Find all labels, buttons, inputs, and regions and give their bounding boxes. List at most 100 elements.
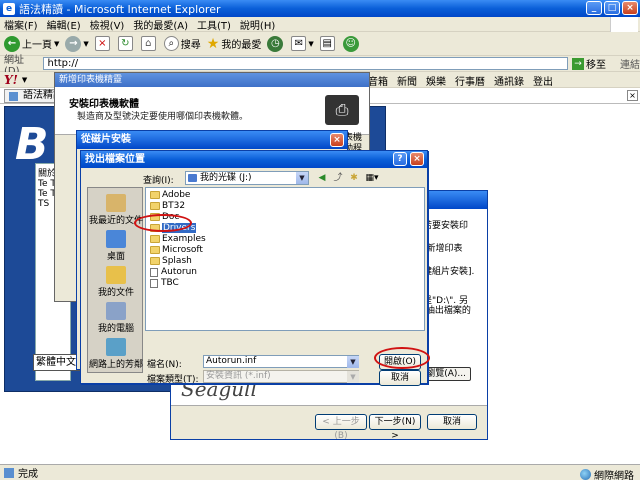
printer-wizard-title: 新增印表機精靈 bbox=[55, 73, 369, 87]
lookin-value: 我的光碟 (J:) bbox=[200, 173, 252, 183]
hardware-wizard-buttons: < 上一步(B) 下一步(N) > 取消 bbox=[171, 405, 487, 441]
cancel-button[interactable]: 取消 bbox=[379, 370, 421, 386]
go-button[interactable]: → 移至 bbox=[572, 56, 606, 71]
network-icon bbox=[106, 338, 126, 356]
back-step-button[interactable]: < 上一步(B) bbox=[315, 414, 367, 441]
next-step-button[interactable]: 下一步(N) > bbox=[369, 414, 421, 441]
forward-arrow-icon: → bbox=[65, 35, 82, 52]
menu-file[interactable]: 檔案(F) bbox=[4, 17, 38, 32]
menu-help[interactable]: 說明(H) bbox=[240, 17, 275, 32]
yahoo-item-calendar[interactable]: 行事曆 bbox=[455, 73, 485, 88]
new-folder-icon[interactable]: ✱ bbox=[347, 171, 361, 185]
chevron-down-icon[interactable]: ▼ bbox=[22, 76, 27, 84]
links-label[interactable]: 連結 bbox=[620, 56, 640, 71]
back-icon[interactable]: ◀ bbox=[315, 171, 329, 185]
close-button[interactable]: × bbox=[410, 152, 424, 166]
chevron-down-icon[interactable]: ▼ bbox=[296, 172, 308, 184]
place-desktop[interactable]: 桌面 bbox=[88, 230, 144, 262]
yahoo-logo[interactable]: Y! bbox=[4, 73, 18, 87]
highlight-drivers-ellipse bbox=[134, 214, 192, 232]
page-icon bbox=[4, 467, 14, 478]
yahoo-item-logout[interactable]: 登出 bbox=[533, 73, 553, 88]
go-label: 移至 bbox=[586, 60, 607, 71]
mail-button[interactable]: ✉ ▼ bbox=[291, 36, 314, 51]
nav-buttons: ◀ ⤴ ✱ ▦▾ bbox=[315, 171, 381, 185]
lookin-dropdown[interactable]: 我的光碟 (J:) ▼ bbox=[185, 171, 309, 185]
close-button[interactable]: × bbox=[622, 1, 638, 15]
list-item[interactable]: Microsoft bbox=[150, 245, 203, 255]
places-bar: 我最近的文件 桌面 我的文件 我的電腦 網路上的芳鄰 bbox=[87, 187, 143, 373]
menu-favorites[interactable]: 我的最愛(A) bbox=[133, 17, 188, 32]
list-item[interactable]: Autorun bbox=[150, 267, 197, 277]
hardware-wizard-text: 若要安裝印 [新增印表 鍵組片安裝]. 是"D:\". 另 ,抽出檔案的 bbox=[423, 215, 487, 316]
home-button[interactable]: ⌂ bbox=[140, 36, 158, 51]
place-label: 我的文件 bbox=[97, 288, 134, 298]
file-list[interactable]: Adobe BT32 Doc Drivers Examples Microsof… bbox=[145, 187, 425, 331]
place-label: 桌面 bbox=[106, 252, 125, 262]
filetype-select[interactable]: 安裝資訊 (*.inf) bbox=[203, 370, 359, 383]
up-folder-icon[interactable]: ⤴ bbox=[331, 171, 345, 185]
place-mydocs[interactable]: 我的文件 bbox=[88, 266, 144, 298]
yahoo-item-music[interactable]: 音箱 bbox=[368, 73, 388, 88]
home-icon: ⌂ bbox=[140, 36, 156, 51]
list-item[interactable]: Adobe bbox=[150, 190, 190, 200]
refresh-icon: ↻ bbox=[117, 36, 133, 51]
yahoo-item-entertainment[interactable]: 娛樂 bbox=[426, 73, 446, 88]
messenger-button[interactable]: ☺ bbox=[342, 35, 361, 52]
my-documents-icon bbox=[106, 266, 126, 284]
refresh-button[interactable]: ↻ bbox=[117, 36, 135, 51]
file-dialog: 找出檔案位置 ? × 查詢(I): 我的光碟 (J:) ▼ ◀ ⤴ ✱ ▦▾ 我… bbox=[80, 150, 428, 386]
list-item[interactable]: Splash bbox=[150, 256, 192, 266]
maximize-button[interactable]: □ bbox=[604, 1, 620, 15]
yahoo-item-addressbook[interactable]: 通訊錄 bbox=[494, 73, 524, 88]
my-computer-icon bbox=[106, 302, 126, 320]
item-label: Adobe bbox=[162, 190, 191, 200]
address-bar: 網址(D) http:// → 移至 連結 bbox=[0, 55, 640, 77]
yahoo-item-news[interactable]: 新聞 bbox=[397, 73, 417, 88]
menu-bar: 檔案(F) 編輯(E) 檢視(V) 我的最愛(A) 工具(T) 說明(H) bbox=[0, 17, 640, 32]
forward-button[interactable]: → ▼ bbox=[65, 35, 89, 52]
list-item[interactable]: BT32 bbox=[150, 201, 185, 211]
view-menu-icon[interactable]: ▦▾ bbox=[363, 171, 381, 185]
menu-view[interactable]: 檢視(V) bbox=[90, 17, 125, 32]
back-arrow-icon: ← bbox=[4, 35, 20, 52]
history-button[interactable]: ◷ bbox=[267, 35, 285, 52]
folder-icon bbox=[150, 235, 160, 243]
minimize-button[interactable]: _ bbox=[586, 1, 602, 15]
stop-button[interactable]: × bbox=[94, 36, 112, 51]
favorites-label: 我的最愛 bbox=[221, 40, 262, 51]
hw-line: 若要安裝印 bbox=[423, 221, 469, 231]
favorites-button[interactable]: ★ 我的最愛 bbox=[207, 36, 262, 52]
hw-cancel-button[interactable]: 取消 bbox=[427, 414, 477, 430]
menu-tools[interactable]: 工具(T) bbox=[197, 17, 231, 32]
internet-zone-icon bbox=[580, 469, 591, 480]
menu-edit[interactable]: 編輯(E) bbox=[47, 17, 81, 32]
print-button[interactable]: ▤ bbox=[319, 36, 337, 51]
place-network[interactable]: 網路上的芳鄰 bbox=[88, 338, 144, 370]
address-input[interactable]: http:// bbox=[43, 57, 569, 70]
filetype-label: 檔案類型(T): bbox=[147, 375, 199, 385]
back-button[interactable]: ← 上一頁 ▼ bbox=[4, 35, 60, 52]
close-icon[interactable]: × bbox=[330, 133, 344, 147]
browser-titlebar: e 語法精讀 - Microsoft Internet Explorer _ □… bbox=[0, 0, 640, 17]
hw-line: 鍵組片安裝]. bbox=[423, 267, 475, 277]
list-item[interactable]: TBC bbox=[150, 278, 179, 288]
hw-line: [新增印表 bbox=[423, 244, 463, 254]
search-button[interactable]: ⌕ 搜尋 bbox=[163, 36, 201, 51]
list-item[interactable]: Examples bbox=[150, 234, 206, 244]
lookin-label: 查詢(I): bbox=[143, 176, 174, 186]
chevron-down-icon: ▼ bbox=[54, 39, 60, 48]
chevron-down-icon[interactable]: ▼ bbox=[347, 371, 359, 383]
windows-logo-icon bbox=[610, 17, 638, 32]
close-icon[interactable]: × bbox=[627, 90, 638, 101]
filename-input[interactable]: Autorun.inf bbox=[203, 355, 359, 368]
filename-label: 檔名(N): bbox=[147, 360, 182, 370]
help-button[interactable]: ? bbox=[393, 152, 407, 166]
highlight-open-ellipse bbox=[374, 347, 430, 369]
messenger-icon: ☺ bbox=[342, 35, 359, 52]
item-label: TBC bbox=[161, 278, 179, 288]
go-arrow-icon: → bbox=[572, 57, 585, 70]
ie-icon: e bbox=[3, 2, 15, 15]
chevron-down-icon[interactable]: ▼ bbox=[347, 356, 359, 368]
place-mycomputer[interactable]: 我的電腦 bbox=[88, 302, 144, 334]
